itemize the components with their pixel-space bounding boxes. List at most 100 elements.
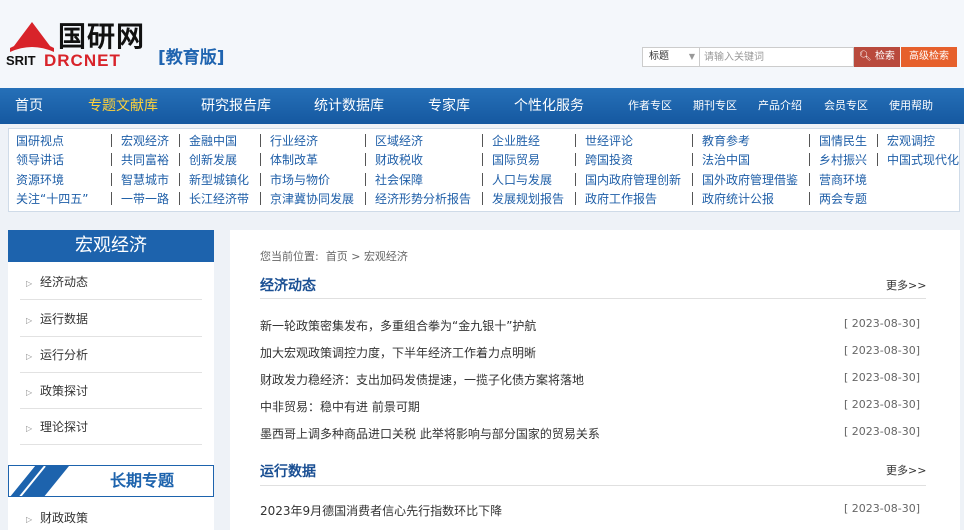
topic-link[interactable]: 财政税收 [375,151,423,169]
news-item[interactable]: 墨西哥上调多种商品进口关税 此举将影响与部分国家的贸易关系 [ 2023-08-… [260,423,920,445]
nav-product-intro[interactable]: 产品介绍 [758,88,802,124]
topic-link[interactable]: 京津冀协同发展 [270,190,354,208]
divider [179,153,180,166]
topic-link[interactable]: 资源环境 [16,171,64,189]
news-item[interactable]: 2023年9月德国消费者信心先行指数环比下降 [ 2023-08-30] [260,500,920,522]
nav-topic-library[interactable]: 专题文献库 [88,88,158,124]
topic-link[interactable]: 乡村振兴 [819,151,867,169]
topic-link[interactable]: 共同富裕 [121,151,169,169]
topic-link[interactable]: 法治中国 [702,151,750,169]
topic-link[interactable]: 营商环境 [819,171,867,189]
sidebar-item[interactable]: ▷ 运行分析 [20,337,202,373]
topic-link[interactable]: 智慧城市 [121,171,169,189]
search-button-label: 检索 [874,51,895,62]
search-input[interactable] [700,47,854,67]
topic-link[interactable]: 人口与发展 [492,171,552,189]
more-link[interactable]: 更多>> [886,277,926,293]
section-divider [260,485,926,486]
news-item[interactable]: 新一轮政策密集发布，多重组合拳为“金九银十”护航 [ 2023-08-30] [260,315,920,337]
topic-link[interactable]: 领导讲话 [16,151,64,169]
sidebar-title-2: 长期专题 [8,465,214,497]
divider [365,192,366,205]
topic-row: 领导讲话 共同富裕 创新发展 体制改革 财政税收 国际贸易 跨国投资 法治中国 … [9,151,959,169]
topic-link[interactable]: 行业经济 [270,132,318,150]
news-title[interactable]: 2023年9月德国消费者信心先行指数环比下降 [260,500,502,522]
topic-link[interactable]: 国际贸易 [492,151,540,169]
divider [260,173,261,186]
nav-home[interactable]: 首页 [15,88,43,124]
chevron-right-icon: ▷ [26,352,33,361]
divider [877,134,878,147]
search-scope-select[interactable]: 标题 ▼ [642,47,700,67]
site-logo[interactable]: 国研网 SRIT DRCNET [教育版] [6,20,231,72]
topic-link[interactable]: 体制改革 [270,151,318,169]
topic-link[interactable]: 政府统计公报 [702,190,774,208]
nav-journal-zone[interactable]: 期刊专区 [693,88,737,124]
topic-link[interactable]: 国研视点 [16,132,64,150]
topic-link[interactable]: 区域经济 [375,132,423,150]
topic-row: 资源环境 智慧城市 新型城镇化 市场与物价 社会保障 人口与发展 国内政府管理创… [9,171,959,189]
topic-link[interactable]: 宏观经济 [121,132,169,150]
news-item[interactable]: 加大宏观政策调控力度，下半年经济工作着力点明晰 [ 2023-08-30] [260,342,920,364]
topic-link[interactable]: 发展规划报告 [492,190,564,208]
divider [111,173,112,186]
topic-link[interactable]: 跨国投资 [585,151,633,169]
nav-member-zone[interactable]: 会员专区 [824,88,868,124]
news-item[interactable]: 财政发力稳经济：支出加码发债提速，一揽子化债方案将落地 [ 2023-08-30… [260,369,920,391]
nav-statistics-db[interactable]: 统计数据库 [314,88,384,124]
topic-link[interactable]: 长江经济带 [189,190,249,208]
sidebar-item[interactable]: ▷ 政策探讨 [20,373,202,409]
divider [179,192,180,205]
divider [365,153,366,166]
topic-link[interactable]: 宏观调控 [887,132,935,150]
sidebar-item-label: 政策探讨 [40,384,89,398]
more-link[interactable]: 更多>> [886,462,926,478]
topic-link[interactable]: 教育参考 [702,132,750,150]
topic-link[interactable]: 经济形势分析报告 [375,190,471,208]
topic-link[interactable]: 国外政府管理借鉴 [702,171,798,189]
topic-link[interactable]: 两会专题 [819,190,867,208]
divider [809,192,810,205]
main-content: 您当前位置: 首页 > 宏观经济 经济动态 更多>> 新一轮政策密集发布，多重组… [230,230,960,530]
nav-expert-db[interactable]: 专家库 [428,88,470,124]
topic-link[interactable]: 企业胜经 [492,132,540,150]
topic-link[interactable]: 关注“十四五” [16,190,88,208]
breadcrumb-prefix: 您当前位置: [260,250,319,263]
topic-link[interactable]: 新型城镇化 [189,171,249,189]
news-title[interactable]: 中非贸易：稳中有进 前景可期 [260,396,420,418]
breadcrumb-home[interactable]: 首页 [326,250,348,263]
nav-research-reports[interactable]: 研究报告库 [201,88,271,124]
topic-link[interactable]: 社会保障 [375,171,423,189]
divider [692,134,693,147]
sidebar: 宏观经济 ▷ 经济动态 ▷ 运行数据 ▷ 运行分析 ▷ 政策探讨 ▷ 理论探讨 长期专题 … [8,230,214,530]
search-button[interactable]: 🔍︎ 检索 [854,47,900,67]
advanced-search-button[interactable]: 高级检索 [901,47,957,67]
nav-personalized-service[interactable]: 个性化服务 [514,88,584,124]
topic-link[interactable]: 中国式现代化 [887,151,959,169]
topic-link[interactable]: 国情民生 [819,132,867,150]
nav-author-zone[interactable]: 作者专区 [628,88,672,124]
topic-link[interactable]: 政府工作报告 [585,190,657,208]
sidebar-item[interactable]: ▷ 财政政策 [20,500,202,530]
topic-link[interactable]: 市场与物价 [270,171,330,189]
topic-link[interactable]: 国内政府管理创新 [585,171,681,189]
divider [692,153,693,166]
topic-link[interactable]: 世经评论 [585,132,633,150]
breadcrumb-separator: > [351,250,361,263]
sidebar-item[interactable]: ▷ 经济动态 [20,264,202,300]
divider [692,173,693,186]
topic-link[interactable]: 金融中国 [189,132,237,150]
news-title[interactable]: 墨西哥上调多种商品进口关税 此举将影响与部分国家的贸易关系 [260,423,600,445]
sidebar-item-label: 运行分析 [40,348,89,362]
news-title[interactable]: 财政发力稳经济：支出加码发债提速，一揽子化债方案将落地 [260,369,584,391]
news-title[interactable]: 加大宏观政策调控力度，下半年经济工作着力点明晰 [260,342,536,364]
breadcrumb-current[interactable]: 宏观经济 [364,250,408,263]
nav-help[interactable]: 使用帮助 [889,88,933,124]
news-title[interactable]: 新一轮政策密集发布，多重组合拳为“金九银十”护航 [260,315,536,337]
sidebar-item[interactable]: ▷ 运行数据 [20,301,202,337]
sidebar-item[interactable]: ▷ 理论探讨 [20,409,202,445]
topic-link[interactable]: 创新发展 [189,151,237,169]
news-item[interactable]: 中非贸易：稳中有进 前景可期 [ 2023-08-30] [260,396,920,418]
logo-srit: SRIT [6,53,36,68]
topic-link[interactable]: 一带一路 [121,190,169,208]
